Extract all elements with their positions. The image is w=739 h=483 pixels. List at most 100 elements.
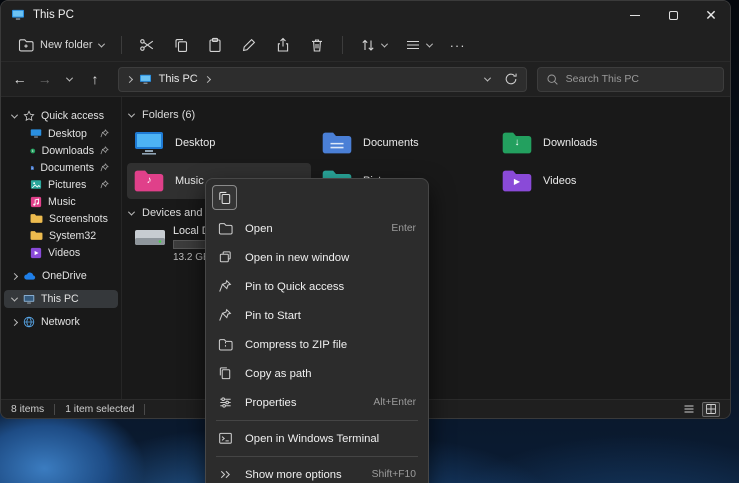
play-glyph: ▶ [501, 178, 533, 186]
folder-tile-label: Documents [363, 137, 419, 149]
chevron-down-icon [128, 208, 135, 215]
sidebar-item-quick-access[interactable]: Quick access [4, 107, 118, 125]
chevron-right-icon[interactable] [11, 318, 18, 325]
menu-item-open-in-windows-terminal[interactable]: Open in Windows Terminal [210, 424, 424, 453]
sidebar-item-screenshots[interactable]: Screenshots [4, 210, 118, 227]
title-bar: This PC ✕ [1, 1, 730, 29]
folder-tile-videos[interactable]: ▶ Videos [495, 163, 679, 199]
new-folder-button[interactable]: New folder [11, 32, 111, 58]
recent-locations-button[interactable] [57, 66, 82, 92]
this-pc-icon [139, 74, 152, 85]
sidebar-item-videos[interactable]: Videos [4, 244, 118, 261]
folder-icon [30, 213, 43, 224]
menu-divider [216, 456, 418, 457]
navigation-bar: ← → ↑ This PC [1, 62, 730, 97]
sidebar-item-label: Desktop [48, 128, 87, 140]
paste-button[interactable] [200, 32, 230, 58]
menu-item-pin-to-quick-access[interactable]: Pin to Quick access [210, 272, 424, 301]
maximize-button[interactable] [654, 1, 692, 29]
maximize-icon [669, 11, 678, 20]
pictures-icon [30, 179, 42, 190]
view-button[interactable] [398, 32, 439, 58]
rename-button[interactable] [234, 32, 264, 58]
minimize-button[interactable] [616, 1, 654, 29]
folder-tile-desktop[interactable]: Desktop [127, 125, 311, 161]
desktop-icon [133, 130, 165, 156]
menu-item-compress-to-zip[interactable]: Compress to ZIP file [210, 330, 424, 359]
back-button[interactable]: ← [7, 66, 32, 92]
menu-item-copy-as-path[interactable]: Copy as path [210, 359, 424, 388]
status-separator [144, 404, 145, 415]
chevron-down-icon [128, 110, 135, 117]
pin-icon [100, 129, 109, 138]
folder-tile-documents[interactable]: Documents [315, 125, 499, 161]
network-globe-icon [23, 316, 35, 328]
new-window-icon [218, 250, 233, 265]
sidebar-item-label: Pictures [48, 179, 86, 191]
search-input[interactable] [566, 73, 715, 85]
this-pc-icon [11, 9, 25, 21]
copy-button[interactable] [166, 32, 196, 58]
properties-icon [218, 395, 233, 410]
address-bar[interactable]: This PC [118, 67, 527, 92]
shortcut-label: Shift+F10 [372, 469, 416, 480]
search-box[interactable] [537, 67, 724, 92]
command-toolbar: New folder ··· [1, 29, 730, 62]
selection-count: 1 item selected [65, 404, 134, 415]
sidebar-item-label: Quick access [41, 110, 104, 122]
sidebar-item-downloads[interactable]: Downloads [4, 142, 118, 159]
breadcrumb[interactable]: This PC [159, 73, 198, 85]
forward-button[interactable]: → [32, 66, 57, 92]
desktop-icon [30, 128, 42, 139]
sidebar-item-label: System32 [49, 230, 96, 242]
folder-tile-label: Downloads [543, 137, 597, 149]
sort-button[interactable] [353, 32, 394, 58]
sidebar-item-music[interactable]: Music [4, 193, 118, 210]
chevron-right-icon[interactable] [11, 272, 18, 279]
pin-icon [218, 308, 233, 323]
menu-item-properties[interactable]: Properties Alt+Enter [210, 388, 424, 417]
menu-item-open[interactable]: Open Enter [210, 214, 424, 243]
toolbar-separator [342, 36, 343, 54]
sidebar-item-network[interactable]: Network [4, 313, 118, 331]
menu-item-show-more-options[interactable]: Show more options Shift+F10 [210, 460, 424, 483]
sidebar-item-onedrive[interactable]: OneDrive [4, 267, 118, 285]
sidebar-item-pictures[interactable]: Pictures [4, 176, 118, 193]
details-view-button[interactable] [680, 402, 698, 417]
folder-tile-label: Music [175, 175, 204, 187]
folders-section-header[interactable]: Folders (6) [129, 109, 195, 121]
chevron-down-icon[interactable] [11, 111, 18, 118]
pin-icon [218, 279, 233, 294]
share-button[interactable] [268, 32, 298, 58]
close-button[interactable]: ✕ [692, 1, 730, 29]
documents-icon [30, 162, 34, 174]
onedrive-cloud-icon [23, 271, 36, 281]
sidebar-item-this-pc[interactable]: This PC [4, 290, 118, 308]
sidebar-item-system32[interactable]: System32 [4, 227, 118, 244]
folder-tile-downloads[interactable]: ↓ Downloads [495, 125, 679, 161]
hard-drive-icon [133, 225, 165, 251]
address-dropdown-icon[interactable] [484, 74, 491, 81]
delete-button[interactable] [302, 32, 332, 58]
rename-icon [241, 37, 257, 53]
sidebar-item-desktop[interactable]: Desktop [4, 125, 118, 142]
sidebar-item-label: This PC [41, 293, 79, 305]
copy-path-icon [218, 366, 233, 381]
chevron-down-icon [426, 40, 433, 47]
menu-item-pin-to-start[interactable]: Pin to Start [210, 301, 424, 330]
up-button[interactable]: ↑ [82, 66, 107, 92]
terminal-icon [218, 431, 233, 446]
sort-icon [360, 37, 376, 53]
music-icon [30, 196, 42, 208]
music-folder-icon: ♪ [133, 168, 165, 194]
see-more-button[interactable]: ··· [443, 32, 473, 58]
chevron-down-icon [98, 40, 105, 47]
chevron-right-icon [204, 75, 211, 82]
refresh-icon[interactable] [504, 72, 518, 86]
sidebar-item-documents[interactable]: Documents [4, 159, 118, 176]
quick-copy-button[interactable] [212, 185, 237, 210]
large-icons-view-button[interactable] [702, 402, 720, 417]
menu-item-open-new-window[interactable]: Open in new window [210, 243, 424, 272]
chevron-down-icon[interactable] [11, 294, 18, 301]
cut-button[interactable] [132, 32, 162, 58]
